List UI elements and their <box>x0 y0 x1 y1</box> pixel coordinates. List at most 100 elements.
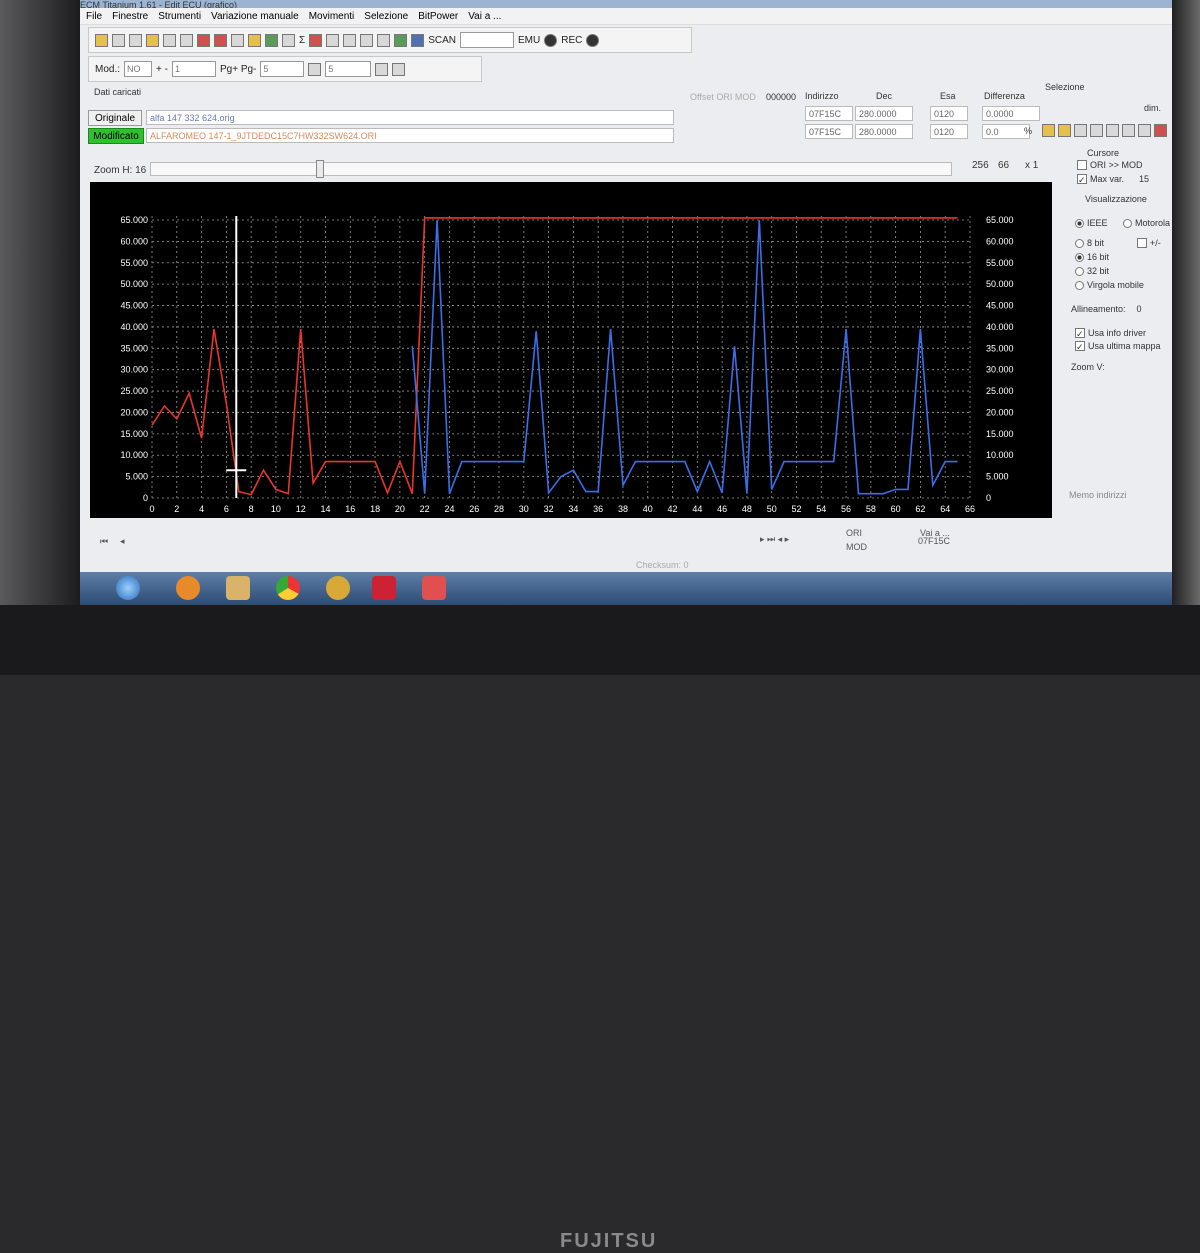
nav-prev-icon[interactable]: ◂ <box>120 536 125 547</box>
step-field[interactable]: 5 <box>325 61 372 77</box>
use-driver-info-checkbox[interactable]: ✓ Usa info driver <box>1075 328 1146 339</box>
esa-field-mod[interactable]: 0120 <box>930 124 968 139</box>
page-step-field[interactable]: 5 <box>260 61 305 77</box>
max-var-checkbox[interactable]: ✓ Max var. 15 <box>1077 174 1150 185</box>
ori-mod-checkbox[interactable]: ORI >> MOD <box>1077 160 1143 170</box>
x-tick-label: 24 <box>444 504 454 514</box>
menu-finestre[interactable]: Finestre <box>112 11 148 22</box>
map-graph[interactable]: 0 5.000 10.000 15.000 20.000 25.000 30.000 35.0… <box>90 182 1052 518</box>
max-var-value: 15 <box>1139 174 1150 184</box>
zoom-h-thumb[interactable] <box>316 160 324 178</box>
y-tick-label-left: 40.000 <box>120 322 148 332</box>
x-tick-label: 4 <box>199 504 204 514</box>
calculator-icon[interactable] <box>282 33 295 47</box>
media-player-icon[interactable] <box>176 576 200 600</box>
y-tick-label-left: 30.000 <box>120 365 148 375</box>
x-tick-label: 28 <box>494 504 504 514</box>
chart-icon[interactable] <box>326 33 340 47</box>
search-file-icon[interactable] <box>248 33 261 47</box>
ieee-radio[interactable]: IEEE <box>1075 218 1108 228</box>
plus-minus-field[interactable]: 1 <box>171 61 216 77</box>
8bit-radio[interactable]: 8 bit <box>1075 238 1104 248</box>
32bit-radio[interactable]: 32 bit <box>1075 266 1109 276</box>
goto-address[interactable]: 07F15C <box>918 536 950 546</box>
motorola-radio[interactable]: Motorola <box>1123 218 1170 228</box>
mod-label: Mod.: <box>95 63 121 75</box>
ori-toggle[interactable]: ORI <box>846 528 862 538</box>
diff-header: Differenza <box>984 91 1025 101</box>
battery-icon[interactable] <box>265 33 278 47</box>
float-radio[interactable]: Virgola mobile <box>1075 280 1144 290</box>
16bit-radio[interactable]: 16 bit <box>1075 252 1109 262</box>
use-last-map-checkbox[interactable]: ✓ Usa ultima mappa <box>1075 341 1161 352</box>
dec-field-ori[interactable]: 280.0000 <box>855 106 913 121</box>
x-tick-label: 42 <box>668 504 678 514</box>
chrome-icon[interactable] <box>276 576 300 600</box>
address-field-ori[interactable]: 07F15C <box>805 106 853 121</box>
save-icon[interactable] <box>163 33 176 47</box>
y-tick-label-right: 5.000 <box>986 472 1009 482</box>
y-tick-label-right: 55.000 <box>986 258 1014 268</box>
table-icon[interactable] <box>360 33 374 47</box>
ecm-titanium-icon[interactable] <box>372 576 396 600</box>
map-icon[interactable] <box>214 33 227 47</box>
x-tick-label: 54 <box>816 504 826 514</box>
copy-icon[interactable] <box>112 33 125 47</box>
globe-icon[interactable] <box>377 33 391 47</box>
mod-field[interactable]: NO <box>124 61 153 77</box>
text-view-icon[interactable] <box>392 62 406 76</box>
flag-icon[interactable] <box>309 33 323 47</box>
open-folder-icon[interactable] <box>146 33 159 47</box>
diff-field-mod[interactable]: 0.0 <box>982 124 1030 139</box>
menu-vai-a[interactable]: Vai a ... <box>468 11 501 22</box>
modified-button[interactable]: Modificato <box>88 128 144 144</box>
address-field-mod[interactable]: 07F15C <box>805 124 853 139</box>
select-start-icon[interactable] <box>1042 124 1055 137</box>
y-tick-label-right: 0 <box>986 493 991 503</box>
edit-icon[interactable] <box>197 33 210 47</box>
ecm-window-icon[interactable] <box>422 576 446 600</box>
signed-checkbox[interactable]: +/- <box>1137 238 1161 248</box>
nav-play-icon[interactable]: ▸ ⏭ ◂ ▸ <box>760 534 789 545</box>
menu-bar: File Finestre Strumenti Variazione manua… <box>80 8 1172 25</box>
save-all-icon[interactable] <box>180 33 193 47</box>
table-view-icon[interactable] <box>308 62 322 76</box>
target-icon[interactable] <box>411 33 425 47</box>
modified-file-field[interactable]: ALFAROMEO 147-1_9JTDEDC15C7HW332SW624.OR… <box>146 128 674 143</box>
rec-button-icon[interactable] <box>586 33 600 47</box>
x-tick-label: 26 <box>469 504 479 514</box>
original-button[interactable]: Originale <box>88 110 142 126</box>
emu-button-icon[interactable] <box>544 33 558 47</box>
monitor-bezel-bottom: FUJITSU <box>0 605 1200 1252</box>
menu-file[interactable]: File <box>86 11 102 22</box>
binoculars-icon[interactable] <box>343 33 357 47</box>
page-step-label: Pg+ Pg- <box>219 63 257 75</box>
x-tick-label: 32 <box>544 504 554 514</box>
grid-icon[interactable] <box>231 33 244 47</box>
start-button-icon[interactable] <box>116 576 140 600</box>
original-file-field[interactable]: alfa 147 332 624.orig <box>146 110 674 125</box>
grid-view-icon[interactable] <box>375 62 389 76</box>
menu-strumenti[interactable]: Strumenti <box>158 11 201 22</box>
page-icon[interactable] <box>129 33 142 47</box>
home-icon[interactable] <box>95 33 108 47</box>
scan-select[interactable] <box>459 32 514 48</box>
file-explorer-icon[interactable] <box>226 576 250 600</box>
diff-field-ori[interactable]: 0.0000 <box>982 106 1040 121</box>
menu-selezione[interactable]: Selezione <box>364 11 408 22</box>
zoom-h-slider[interactable] <box>150 162 952 176</box>
menu-bitpower[interactable]: BitPower <box>418 11 458 22</box>
menu-movimenti[interactable]: Movimenti <box>309 11 355 22</box>
runner-icon[interactable] <box>394 33 408 47</box>
mod-toggle[interactable]: MOD <box>846 542 867 552</box>
dec-field-mod[interactable]: 280.0000 <box>855 124 913 139</box>
app-window: ECM Titanium 1.61 - Edit ECU (grafico) F… <box>80 0 1172 605</box>
y-tick-label-left: 45.000 <box>120 301 148 311</box>
app-icon[interactable] <box>326 576 350 600</box>
monitor-bezel-right <box>1172 0 1200 675</box>
nav-first-icon[interactable]: ⏮ <box>100 536 108 547</box>
menu-variazione[interactable]: Variazione manuale <box>211 11 299 22</box>
x-tick-label: 60 <box>891 504 901 514</box>
esa-field-ori[interactable]: 0120 <box>930 106 968 121</box>
sum-icon[interactable]: Σ <box>299 35 305 46</box>
